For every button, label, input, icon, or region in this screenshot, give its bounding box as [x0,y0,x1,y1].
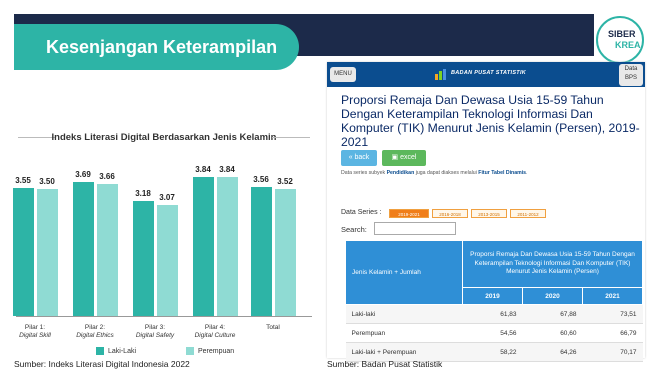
bar-perempuan [96,183,118,316]
header-year-2021[interactable]: 2021 [581,287,644,305]
category-label-line2: Digital Safety [135,332,175,339]
bar-perempuan [216,177,238,316]
header-jenis-kelamin[interactable]: Jenis Kelamin + Jumlah [345,240,463,305]
bps-table-title: Proporsi Remaja Dan Dewasa Usia 15-59 Ta… [341,93,640,149]
cell-value: 60,60 [522,323,583,343]
search-input[interactable] [374,222,456,235]
chart-bars: 3.55 3.50 Pilar 1: Digital Skill 3.69 3.66 Pil… [12,128,314,358]
bar-value-label: 3.07 [159,192,175,202]
note-link-pendidikan[interactable]: Pendidikan [387,170,415,176]
bar-laki [132,200,154,316]
category-label: Pilar 2: Digital Ethics [65,324,125,340]
category-label: Pilar 3: Digital Safety [125,324,185,340]
excel-label: excel [400,154,417,161]
table-row: Laki-laki 61,83 67,88 73,51 [345,304,643,324]
category-label: Total [243,324,303,332]
access-note: Data series subyek Pendidikan juga dapat… [341,170,528,176]
legend-label-laki: Laki-Laki [108,347,137,355]
slide-title: Kesenjangan Keterampilan [14,24,299,70]
bps-navbar: MENU BADAN PUSAT STATISTIK Data BPS [327,62,645,87]
bar-laki [12,187,34,316]
note-link-tabel-dinamis[interactable]: Fitur Tabel Dinamis [478,170,526,176]
series-tab-2019-2021[interactable]: 2019-2021 [389,209,429,218]
category-label-line2: Digital Culture [194,332,236,339]
siberkreasi-logo: SIBER KREA [596,16,644,64]
bar-laki [192,177,214,316]
data-series-label: Data Series : [341,209,382,216]
data-btn-line1: Data [624,66,638,72]
category-label-line1: Total [266,324,280,331]
note-prefix: Data series subyek [341,170,387,176]
table-row: Perempuan 54,56 60,60 66,79 [345,323,643,343]
bar-value-label: 3.66 [99,171,115,181]
data-bps-button[interactable]: Data BPS [619,64,643,86]
bar-perempuan [274,188,296,316]
cell-value: 61,83 [462,304,523,324]
back-button[interactable]: « back [341,150,377,166]
bar-laki [250,187,272,316]
series-tab-2016-2018[interactable]: 2016-2018 [432,209,468,218]
cell-value: 54,56 [462,323,523,343]
logo-text-bottom: KREA [615,40,641,50]
note-suffix: . [526,170,528,176]
bar-perempuan [36,189,58,316]
cell-value: 73,51 [582,304,643,324]
bps-logo-icon [435,69,446,80]
category-label: Pilar 1: Digital Skill [5,324,65,340]
header-proporsi: Proporsi Remaja Dan Dewasa Usia 15-59 Ta… [462,240,643,288]
category-label-line2: Digital Ethics [76,332,114,339]
search-label: Search: [341,225,367,234]
bps-webpage: MENU BADAN PUSAT STATISTIK Data BPS Prop… [327,62,645,362]
bar-value-label: 3.84 [219,165,235,175]
excel-button[interactable]: ▣ excel [382,150,426,166]
cell-value: 70,17 [582,342,643,362]
menu-button[interactable]: MENU [330,67,356,82]
source-right: Sumber: Badan Pusat Statistik [327,359,443,369]
logo-text-top: SIBER [608,29,636,39]
source-left: Sumber: Indeks Literasi Digital Indonesi… [14,359,190,369]
category-label-line1: Pilar 3: [144,324,166,331]
data-table: Jenis Kelamin + Jumlah Proporsi Remaja D… [345,240,644,362]
cell-value: 58,22 [462,342,523,362]
category-label-line1: Pilar 2: [84,324,106,331]
legend-label-perempuan: Perempuan [198,347,235,355]
row-label: Laki-laki [345,304,463,324]
note-middle: juga dapat diakses melalui [414,170,479,176]
bps-brand: BADAN PUSAT STATISTIK [451,70,527,76]
category-label-line1: Pilar 1: [24,324,46,331]
bar-laki [72,182,94,316]
series-tab-2013-2015[interactable]: 2013-2015 [471,209,507,218]
legend-item-laki: Laki-Laki [96,347,136,355]
legend-swatch-laki [96,347,104,355]
series-tab-2011-2012[interactable]: 2011-2012 [510,209,546,218]
header-year-2019[interactable]: 2019 [462,287,523,305]
cell-value: 66,79 [582,323,643,343]
excel-icon: ▣ [391,154,401,161]
header-year-2020[interactable]: 2020 [521,287,583,305]
legend-swatch-perempuan [186,347,194,355]
bar-value-label: 3.50 [39,177,55,187]
chart-baseline [16,316,312,317]
legend-item-perempuan: Perempuan [186,347,234,355]
cell-value: 67,88 [522,304,583,324]
data-btn-line2: BPS [624,75,637,81]
bar-value-label: 3.52 [277,176,293,186]
category-label-line1: Pilar 4: [204,324,226,331]
row-label: Perempuan [345,323,463,343]
category-label-line2: Digital Skill [19,332,51,339]
category-label: Pilar 4: Digital Culture [185,324,245,340]
literacy-chart: Indeks Literasi Digital Berdasarkan Jeni… [12,128,314,358]
cell-value: 64,26 [522,342,583,362]
bar-perempuan [156,204,178,316]
